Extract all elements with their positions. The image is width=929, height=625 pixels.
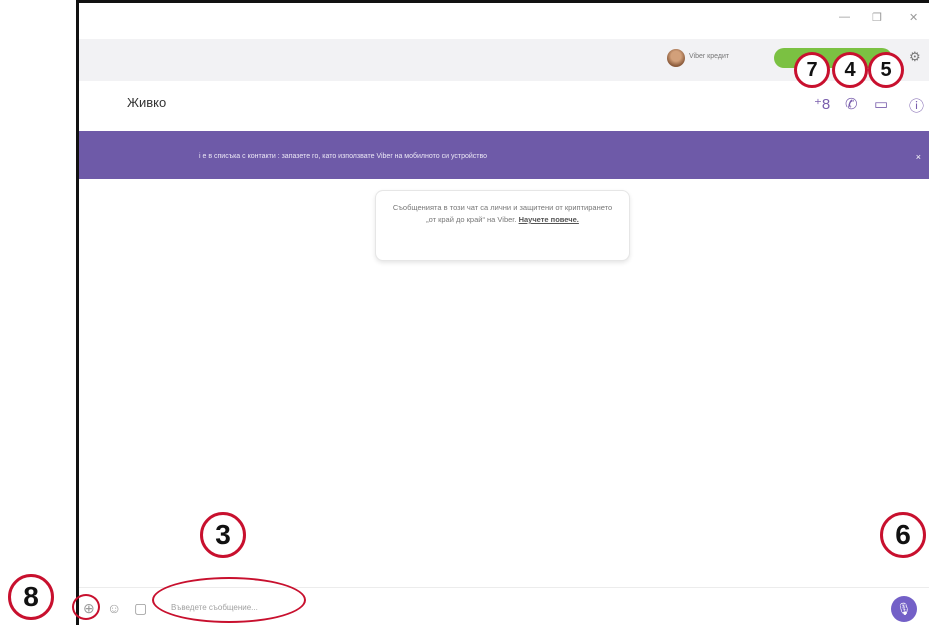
banner-text: і е в списъка с контакти : запазете го, … (199, 153, 488, 160)
video-call-icon[interactable]: ▭ (874, 95, 888, 113)
call-icon[interactable]: ✆ (845, 95, 858, 113)
microphone-icon[interactable]: 🎙 (891, 596, 917, 622)
info-icon[interactable]: ⓘ (909, 95, 924, 116)
annotation-6: 6 (880, 512, 926, 558)
annotation-ring-plus (72, 594, 100, 620)
contact-banner: і е в списъка с контакти : запазете го, … (79, 131, 929, 179)
chat-header: Живко ⁺8 ✆ ▭ ⓘ (79, 81, 929, 131)
sticker-icon[interactable]: ☺ (107, 600, 121, 616)
add-participant-icon[interactable]: ⁺8 (814, 95, 830, 113)
minimize-button[interactable]: — (839, 11, 850, 23)
contact-name[interactable]: Живко (127, 95, 166, 110)
annotation-3: 3 (200, 512, 246, 558)
learn-more-link[interactable]: Научете повече. (519, 215, 579, 224)
restore-button[interactable]: ❐ (872, 11, 882, 24)
annotation-8: 8 (8, 574, 54, 620)
annotation-ring-input (152, 577, 306, 623)
annotation-4: 4 (832, 52, 868, 88)
close-window-button[interactable]: ✕ (909, 11, 918, 24)
banner-close-button[interactable]: × (916, 152, 921, 162)
annotation-7: 7 (794, 52, 830, 88)
credits-label[interactable]: Viber кредит (689, 53, 729, 60)
encryption-notice: Съобщенията в този чат са лични и защите… (375, 190, 630, 261)
notice-text: Съобщенията в този чат са лични и защите… (392, 203, 613, 224)
gif-icon[interactable]: ▢ (134, 600, 147, 617)
gear-icon[interactable]: ⚙ (909, 49, 921, 65)
annotation-5: 5 (868, 52, 904, 88)
avatar[interactable] (667, 49, 685, 67)
title-bar: — ❐ ✕ (79, 3, 929, 39)
